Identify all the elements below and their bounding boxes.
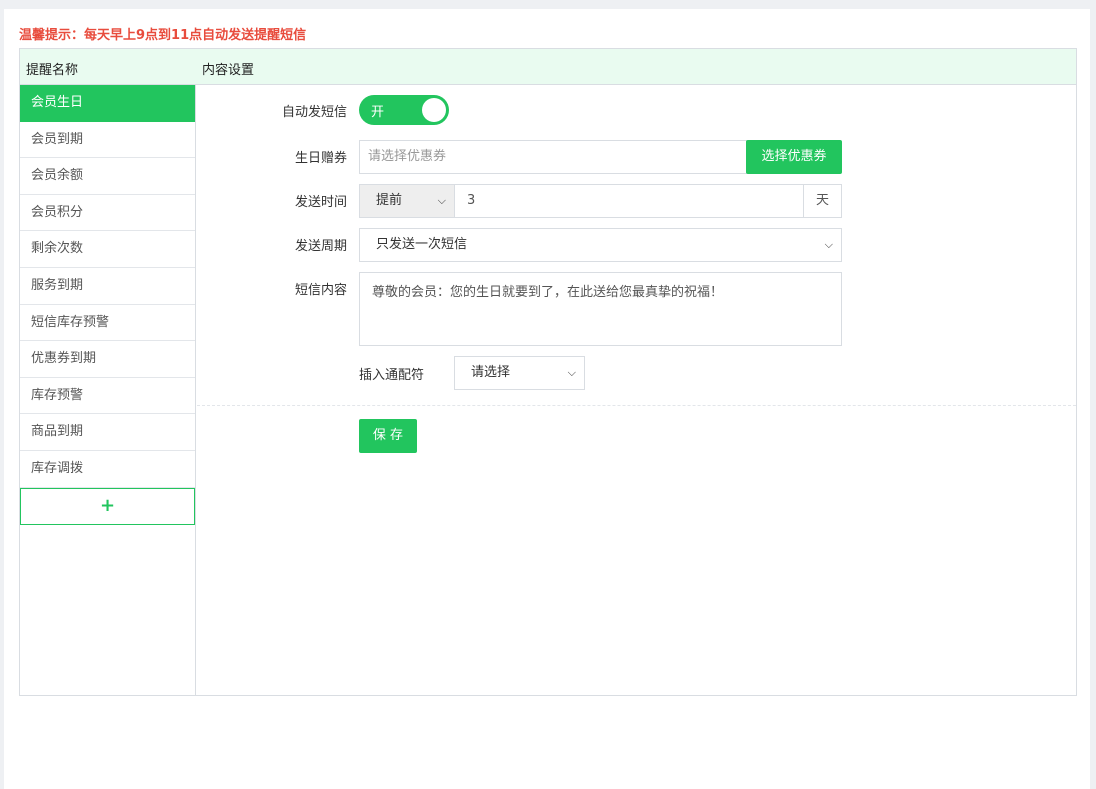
coupon-placeholder: 请选择优惠券 [368, 149, 447, 164]
coupon-input[interactable]: 请选择优惠券 [359, 140, 747, 174]
coupon-label: 生日赠券 [294, 151, 347, 166]
page-container: 温馨提示：每天早上9点到11点自动发送提醒短信 提醒名称 内容设置 会员生日 会… [4, 9, 1090, 789]
wildcard-select[interactable]: 请选择 ⌵ [454, 356, 585, 390]
sidebar-item-member-expiry[interactable]: 会员到期 [20, 122, 195, 159]
toggle-knob [422, 98, 446, 122]
send-time-days-value: 3 [467, 193, 476, 208]
header-reminder-name: 提醒名称 [26, 63, 79, 78]
content-label: 短信内容 [294, 283, 347, 298]
period-select[interactable]: 只发送一次短信 ⌵ [359, 228, 842, 262]
sidebar-item-member-points[interactable]: 会员积分 [20, 195, 195, 232]
auto-sms-toggle[interactable]: 开 [359, 95, 449, 125]
sidebar-item-member-birthday[interactable]: 会员生日 [20, 85, 195, 122]
reminder-sidebar: 会员生日 会员到期 会员余额 会员积分 剩余次数 服务到期 短信库存预警 优惠券… [20, 85, 196, 695]
days-unit-addon: 天 [803, 184, 842, 218]
header-content-settings: 内容设置 [202, 63, 255, 78]
save-button[interactable]: 保 存 [359, 419, 417, 453]
window-edge [1092, 0, 1096, 789]
send-time-days-input[interactable]: 3 [454, 184, 804, 218]
form-divider [197, 405, 1076, 406]
toggle-text: 开 [371, 105, 385, 120]
sidebar-item-member-balance[interactable]: 会员余额 [20, 158, 195, 195]
wildcard-label: 插入通配符 [359, 368, 425, 383]
auto-sms-label: 自动发短信 [281, 105, 347, 120]
wildcard-value: 请选择 [471, 365, 511, 380]
sidebar-item-product-expiry[interactable]: 商品到期 [20, 414, 195, 451]
sms-content-textarea[interactable]: 尊敬的会员：您的生日就要到了，在此送给您最真挚的祝福！ [359, 272, 842, 346]
sidebar-item-remaining-times[interactable]: 剩余次数 [20, 231, 195, 268]
send-time-label: 发送时间 [294, 195, 347, 210]
sidebar-item-service-expiry[interactable]: 服务到期 [20, 268, 195, 305]
panel-header: 提醒名称 内容设置 [20, 49, 1076, 85]
chevron-down-icon: ⌵ [824, 238, 833, 251]
tip-text: 温馨提示：每天早上9点到11点自动发送提醒短信 [19, 28, 307, 43]
sidebar-item-coupon-expiry[interactable]: 优惠券到期 [20, 341, 195, 378]
sidebar-item-stock-transfer[interactable]: 库存调拨 [20, 451, 195, 488]
select-coupon-button[interactable]: 选择优惠券 [746, 140, 842, 174]
add-reminder-button[interactable]: + [20, 487, 195, 525]
sidebar-item-sms-stock-warning[interactable]: 短信库存预警 [20, 305, 195, 342]
content-settings: 自动发短信 开 生日赠券 请选择优惠券 选择优惠券 发送时间 提前 ⌵ 3 天 … [197, 85, 1076, 695]
period-label: 发送周期 [294, 239, 347, 254]
period-value: 只发送一次短信 [376, 237, 468, 252]
send-time-mode-value: 提前 [376, 193, 403, 208]
settings-panel: 提醒名称 内容设置 会员生日 会员到期 会员余额 会员积分 剩余次数 服务到期 … [19, 48, 1077, 696]
sidebar-item-stock-warning[interactable]: 库存预警 [20, 378, 195, 415]
chevron-down-icon: ⌵ [437, 194, 446, 207]
send-time-mode-select[interactable]: 提前 ⌵ [359, 184, 455, 218]
chevron-down-icon: ⌵ [567, 366, 576, 379]
